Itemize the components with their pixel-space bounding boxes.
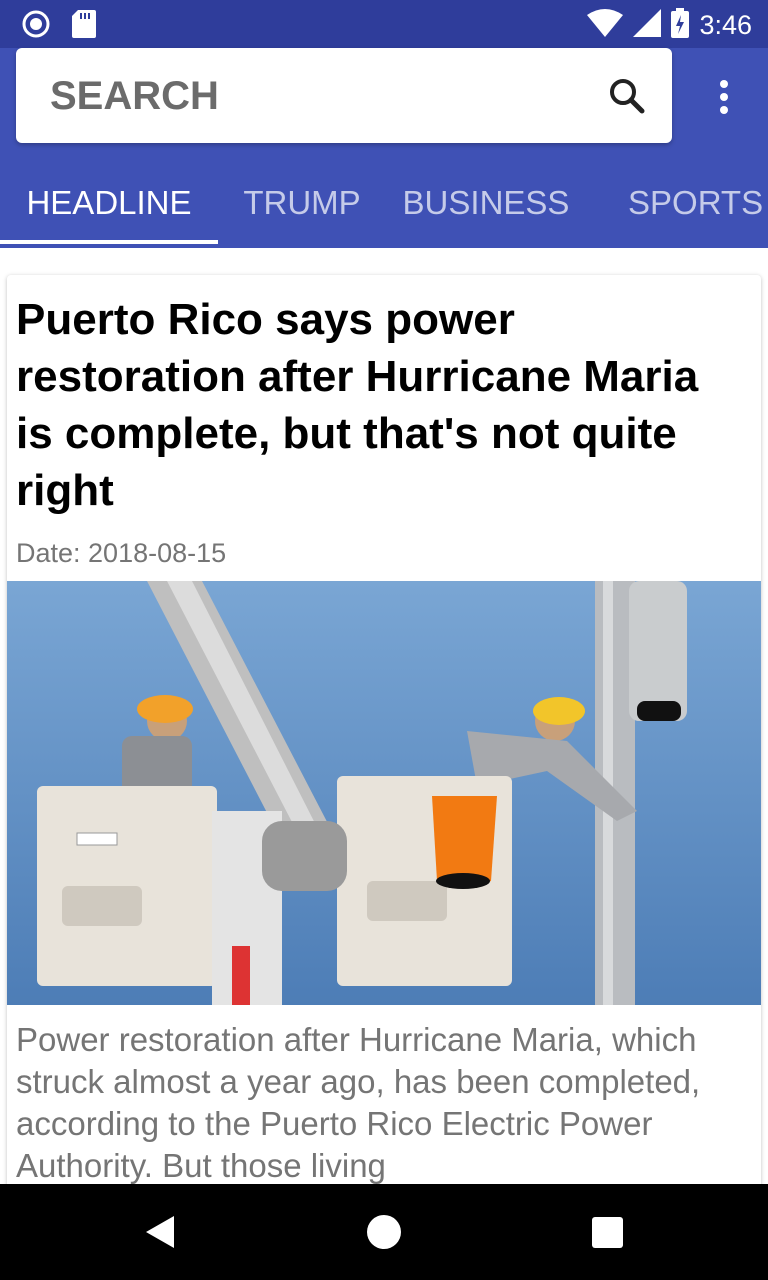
status-bar: 3:46 [0, 0, 768, 48]
article-title: Puerto Rico says power restoration after… [16, 295, 699, 515]
article-image [7, 581, 761, 1005]
search-bar [16, 48, 672, 143]
more-vert-icon[interactable] [704, 74, 744, 120]
navigation-bar [0, 1184, 768, 1280]
home-icon[interactable] [367, 1215, 401, 1249]
category-tabs: HEADLINE TRUMP BUSINESS SPORTS [0, 158, 768, 248]
recents-icon[interactable] [592, 1217, 623, 1248]
back-icon[interactable] [144, 1214, 176, 1255]
search-icon[interactable] [602, 72, 652, 122]
article-date: Date: 2018-08-15 [16, 538, 227, 568]
battery-charging-icon [671, 8, 690, 43]
cell-signal-icon [633, 9, 662, 42]
search-input[interactable] [50, 72, 590, 120]
tab-sports[interactable]: SPORTS [586, 158, 768, 248]
notification-circle-icon [22, 10, 50, 43]
tab-business[interactable]: BUSINESS [386, 158, 586, 248]
app-header: HEADLINE TRUMP BUSINESS SPORTS [0, 48, 768, 248]
article-card[interactable]: Puerto Rico says power restoration after… [7, 275, 761, 1195]
status-time: 3:46 [699, 10, 752, 40]
tab-headline[interactable]: HEADLINE [0, 158, 218, 248]
tab-trump[interactable]: TRUMP [218, 158, 386, 248]
article-description: Power restoration after Hurricane Maria,… [16, 1021, 701, 1184]
wifi-icon [587, 9, 624, 42]
sd-card-icon [72, 10, 96, 43]
